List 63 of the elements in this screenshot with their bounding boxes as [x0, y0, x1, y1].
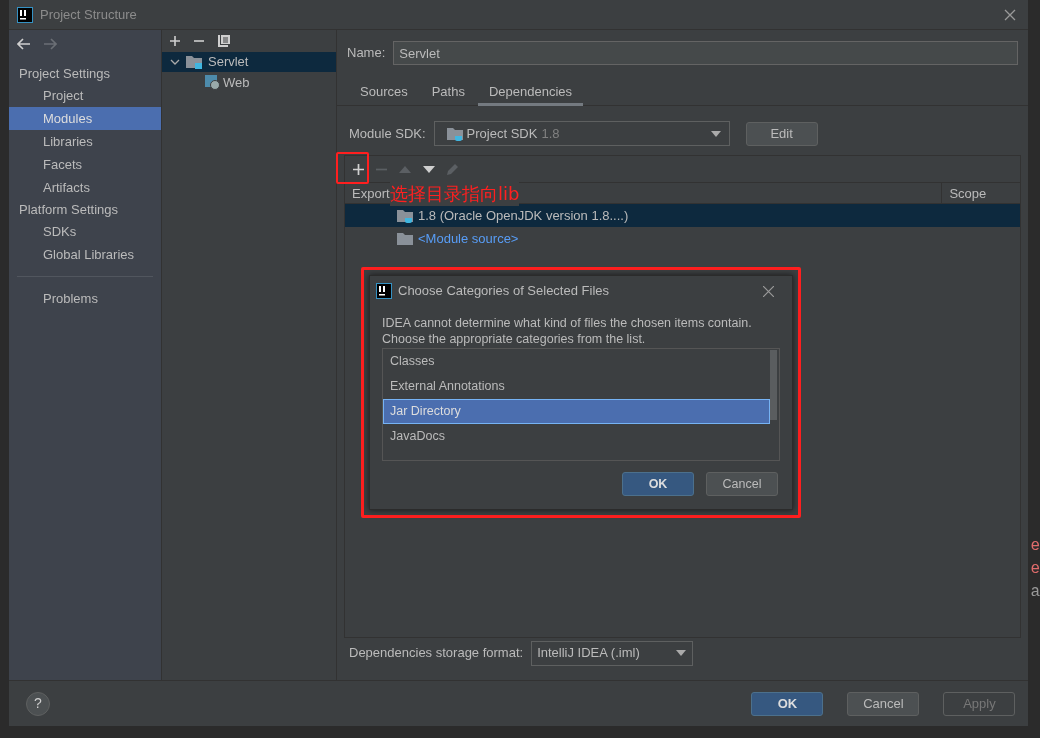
- tree-item[interactable]: Servlet: [162, 52, 336, 72]
- move-down-icon[interactable]: [423, 165, 435, 173]
- back-arrow-icon[interactable]: [17, 38, 31, 50]
- window-title: Project Structure: [40, 5, 137, 24]
- list-item[interactable]: External Annotations: [383, 374, 770, 399]
- dependency-row[interactable]: <Module source>: [345, 227, 1021, 250]
- web-globe-icon: [205, 75, 220, 90]
- highlight-frame: [336, 152, 369, 184]
- sidebar-item[interactable]: Artifacts: [9, 176, 161, 199]
- tab[interactable]: Sources: [349, 82, 419, 106]
- add-icon[interactable]: [353, 163, 364, 175]
- tab[interactable]: Dependencies: [477, 82, 584, 106]
- list-item[interactable]: JavaDocs: [383, 424, 770, 449]
- section-header: Platform Settings: [18, 201, 119, 219]
- sidebar-item[interactable]: Facets: [9, 153, 161, 176]
- column-header: Scope: [941, 183, 1021, 203]
- sidebar-item[interactable]: Global Libraries: [9, 243, 161, 266]
- app-logo-icon: [17, 6, 33, 23]
- storage-format-dropdown[interactable]: IntelliJ IDEA (.iml): [531, 640, 694, 666]
- name-label: Name:: [347, 44, 386, 63]
- copy-icon[interactable]: [218, 35, 230, 47]
- add-icon[interactable]: [170, 36, 180, 46]
- dropdown-caret-icon: [676, 650, 687, 656]
- edit-button[interactable]: Edit: [745, 121, 818, 146]
- sidebar-item[interactable]: Project: [9, 84, 161, 107]
- help-button[interactable]: ?: [26, 691, 50, 716]
- list-item[interactable]: Classes: [383, 349, 770, 374]
- close-icon[interactable]: [1004, 8, 1017, 21]
- tab[interactable]: Paths: [420, 82, 476, 106]
- module-sdk-label: Module SDK:: [349, 124, 426, 143]
- sdk-folder-icon: [446, 126, 463, 141]
- dialog-message: IDEA cannot determine what kind of files the chosen items contain.: [382, 315, 753, 331]
- dialog-title: Choose Categories of Selected Files: [398, 282, 609, 301]
- app-logo-icon: [376, 283, 392, 299]
- ok-button[interactable]: OK: [622, 472, 694, 496]
- console-text: e: [1030, 559, 1040, 580]
- annotation-text: 选择目录指向lib: [390, 182, 520, 206]
- sdk-dropdown[interactable]: Project SDK 1.8: [433, 121, 730, 146]
- dialog-button[interactable]: Cancel: [847, 691, 920, 716]
- section-header: Project Settings: [18, 65, 112, 83]
- ok-button[interactable]: OK: [751, 691, 824, 716]
- dependency-row[interactable]: 1.8 (Oracle OpenJDK version 1.8....): [345, 204, 1021, 227]
- sidebar-item[interactable]: Libraries: [9, 130, 161, 153]
- storage-format-label: Dependencies storage format:: [349, 644, 524, 663]
- scrollbar-thumb[interactable]: [770, 350, 777, 420]
- list-item[interactable]: Jar Directory: [383, 399, 770, 424]
- forward-arrow-icon[interactable]: [43, 38, 57, 50]
- sidebar-item[interactable]: Problems: [9, 287, 161, 310]
- dialog-message: Choose the appropriate categories from the list.: [382, 331, 647, 347]
- console-text: e: [1030, 536, 1040, 557]
- dropdown-caret-icon: [710, 130, 721, 137]
- column-header: Export: [352, 186, 390, 201]
- chevron-icon: [170, 58, 180, 66]
- source-folder-icon: [397, 231, 413, 246]
- module-folder-icon: [186, 55, 202, 69]
- tree-item[interactable]: Web: [162, 72, 336, 93]
- cancel-button[interactable]: Cancel: [706, 472, 778, 496]
- sidebar-item[interactable]: Modules: [9, 107, 161, 130]
- name-field[interactable]: Servlet: [393, 41, 1019, 65]
- close-icon[interactable]: [763, 285, 774, 297]
- console-text: a: [1030, 582, 1040, 603]
- sidebar-item[interactable]: SDKs: [9, 220, 161, 243]
- sdk-folder-icon: [397, 208, 413, 223]
